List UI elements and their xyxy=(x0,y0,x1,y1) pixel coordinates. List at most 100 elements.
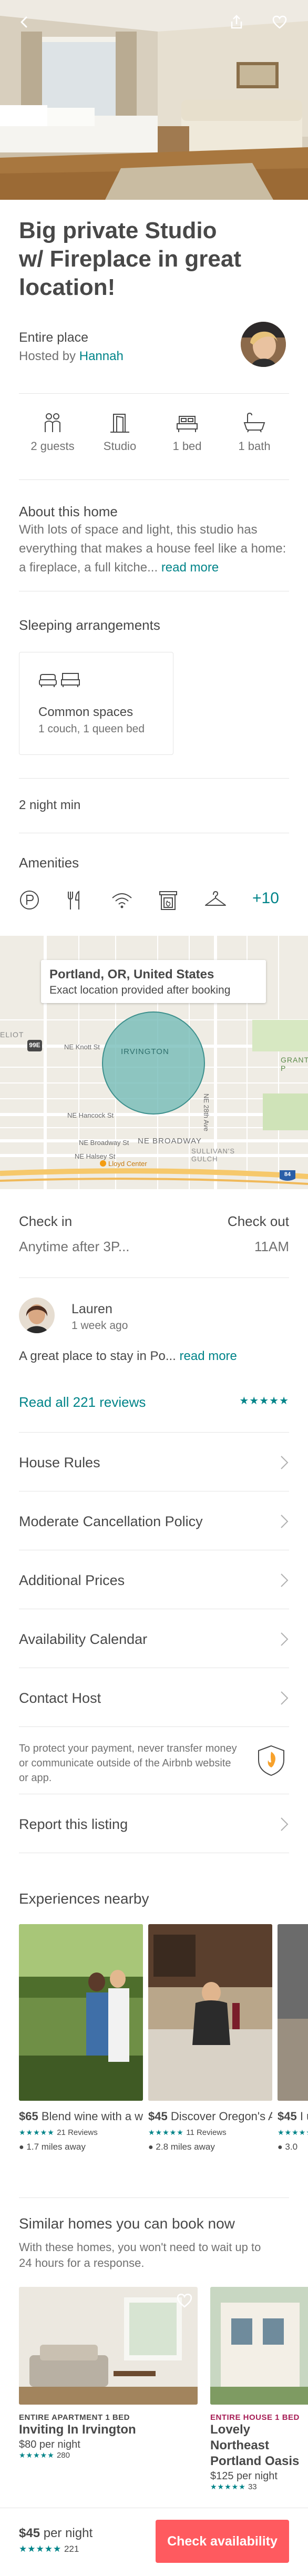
experience-stars: ★★★★★ xyxy=(148,2128,184,2137)
row-label: Report this listing xyxy=(19,1816,128,1832)
footer-rating: ★★★★★ 221 xyxy=(19,2544,79,2554)
sleeping-card: Common spaces 1 couch, 1 queen bed xyxy=(19,652,173,755)
home-kind: ENTIRE HOUSE 1 BED xyxy=(210,2413,300,2422)
hanger-icon xyxy=(205,891,226,906)
guests-icon xyxy=(45,413,60,432)
additional-prices-row[interactable]: Additional Prices xyxy=(19,1552,289,1609)
footer-per-night: per night xyxy=(40,2526,93,2540)
read-all-reviews-link[interactable]: Read all 221 reviews xyxy=(19,1394,146,1410)
review-stars: ★★★★★ xyxy=(239,1395,289,1407)
door-icon xyxy=(110,414,129,433)
stat-beds: 1 bed xyxy=(153,411,221,453)
experience-name: I urban xyxy=(300,2110,308,2123)
kitchen-icon xyxy=(68,891,79,909)
availability-calendar-row[interactable]: Availability Calendar xyxy=(19,1611,289,1668)
row-label: Contact Host xyxy=(19,1690,101,1706)
amenity-hangers[interactable] xyxy=(202,886,229,914)
experience-name: Discover Oregon's Alternative... xyxy=(170,2110,272,2123)
check-availability-button[interactable]: Check availability xyxy=(156,2520,289,2563)
sleeping-heading: Sleeping arrangements xyxy=(19,617,160,633)
host-avatar[interactable] xyxy=(241,322,286,367)
stat-guests: 2 guests xyxy=(19,411,86,453)
experience-stars: ★★★★★ xyxy=(278,2128,308,2137)
urban-photo xyxy=(278,1924,308,2101)
amenity-parking[interactable] xyxy=(16,886,43,914)
experience-name: Blend wine with a winemaker xyxy=(41,2110,143,2123)
home-photo xyxy=(19,2287,198,2405)
hero-photo[interactable] xyxy=(0,0,308,200)
stat-label: 1 bed xyxy=(172,439,202,453)
experience-photo xyxy=(278,1924,308,2101)
experience-distance: 1.7 miles away xyxy=(26,2142,86,2152)
amenity-kitchen[interactable] xyxy=(61,886,88,914)
checkout-label: Check out xyxy=(227,1213,289,1229)
map-location-note: Exact location provided after booking xyxy=(49,984,231,996)
location-pin-icon: ● xyxy=(278,2143,283,2152)
parking-icon xyxy=(20,891,39,909)
amenity-wifi[interactable] xyxy=(108,886,136,914)
home-kind: ENTIRE APARTMENT 1 BED xyxy=(19,2413,130,2422)
booking-bar: $45 per night ★★★★★ 221 Check availabili… xyxy=(0,2508,308,2576)
checkin-label: Check in xyxy=(19,1213,73,1229)
chevron-left-icon xyxy=(20,16,27,28)
report-listing-row[interactable]: Report this listing xyxy=(19,1796,289,1853)
map-interstate-badge: 84 xyxy=(284,1171,291,1178)
share-icon xyxy=(231,15,242,29)
experience-distance-row: ● 3.0 xyxy=(278,2142,308,2152)
map-label-neighborhood: IRVINGTON xyxy=(121,1047,169,1056)
hosted-by-prefix: Hosted by xyxy=(19,349,79,363)
map-label-neighborhood: ELIOT xyxy=(0,1030,24,1039)
experience-card[interactable]: $65 Blend wine with a winemaker ★★★★★ 21… xyxy=(19,1924,143,2152)
map-label-neighborhood: SULLIVAN'S GULCH xyxy=(191,1147,235,1163)
stat-baths: 1 bath xyxy=(221,411,288,453)
experience-card[interactable]: $45 Discover Oregon's Alternative... ★★★… xyxy=(148,1924,272,2152)
sleeping-card-title: Common spaces xyxy=(38,705,134,719)
house-photo xyxy=(210,2287,308,2405)
similar-home-card[interactable]: ENTIRE APARTMENT 1 BED Inviting In Irvin… xyxy=(19,2287,198,2460)
hosted-by: Hosted by Hannah xyxy=(19,349,124,364)
checkin-value: Anytime after 3P... xyxy=(19,1239,130,1254)
map-label-street: NE Broadway St xyxy=(79,1139,129,1147)
cancellation-policy-row[interactable]: Moderate Cancellation Policy xyxy=(19,1493,289,1550)
heart-icon[interactable] xyxy=(177,2293,192,2308)
similar-home-card[interactable]: ENTIRE HOUSE 1 BED Lovely Northeast Port… xyxy=(210,2287,308,2491)
chevron-right-icon xyxy=(281,1691,289,1705)
shield-icon xyxy=(258,1745,284,1776)
home-rating: ★★★★★ 280 xyxy=(19,2451,198,2460)
stat-type: Studio xyxy=(86,411,153,453)
couch-bed-icon xyxy=(39,673,80,687)
share-button[interactable] xyxy=(226,12,247,33)
location-pin-icon: ● xyxy=(19,2143,24,2152)
back-button[interactable] xyxy=(14,12,35,33)
host-name-link[interactable]: Hannah xyxy=(79,349,124,363)
checkout-value: 11AM xyxy=(254,1239,289,1254)
footer-price: $45 xyxy=(19,2526,40,2540)
map-label-street: NE Knott St xyxy=(64,1043,100,1051)
experience-reviews: 11 Reviews xyxy=(186,2128,227,2137)
contact-host-row[interactable]: Contact Host xyxy=(19,1670,289,1726)
review-read-more[interactable]: read more xyxy=(180,1349,237,1363)
divider xyxy=(19,1277,289,1278)
map-highway-badge: 99E xyxy=(29,1041,40,1049)
amenities-more-link[interactable]: +10 xyxy=(252,890,279,907)
footer-price-row: $45 per night xyxy=(19,2526,93,2541)
house-rules-row[interactable]: House Rules xyxy=(19,1434,289,1491)
save-button[interactable] xyxy=(269,12,290,33)
experience-distance-row: ● 1.7 miles away xyxy=(19,2142,143,2152)
chevron-right-icon xyxy=(281,1573,289,1587)
home-rating: ★★★★★ 33 xyxy=(210,2482,308,2491)
divider xyxy=(19,2197,289,2198)
row-label: Additional Prices xyxy=(19,1572,125,1588)
experience-distance: 3.0 xyxy=(285,2142,298,2152)
experience-distance: 2.8 miles away xyxy=(156,2142,215,2152)
experience-price: $65 xyxy=(19,2110,38,2123)
amenity-fireplace[interactable] xyxy=(155,886,182,914)
living-room-photo xyxy=(19,2287,198,2405)
home-review-count: 33 xyxy=(248,2482,257,2491)
map-label-street: NE 28th Ave xyxy=(202,1093,210,1132)
experience-card[interactable]: $45 I urban ★★★★★ ● 3.0 xyxy=(278,1924,308,2152)
experience-title: $45 Discover Oregon's Alternative... xyxy=(148,2109,272,2124)
location-map[interactable]: Portland, OR, United States Exact locati… xyxy=(0,936,308,1189)
home-photo xyxy=(210,2287,308,2405)
read-more-link[interactable]: read more xyxy=(161,560,219,575)
